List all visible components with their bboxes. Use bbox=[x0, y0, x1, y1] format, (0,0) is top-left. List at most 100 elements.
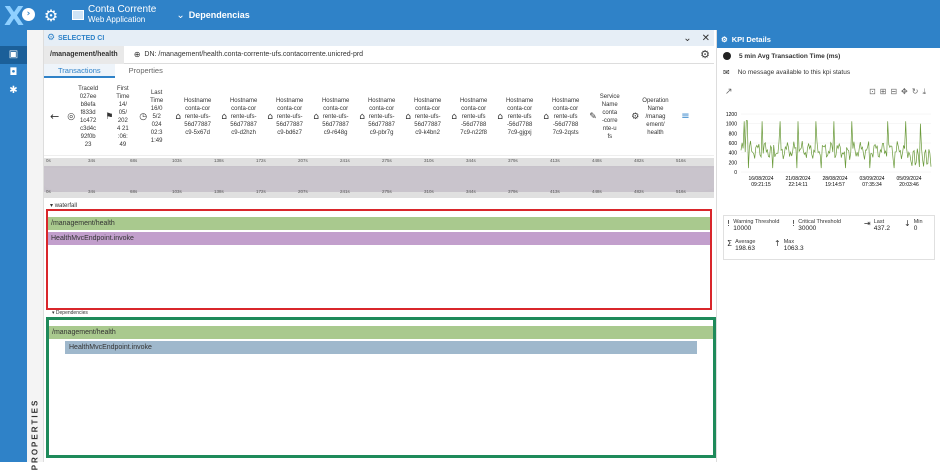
dependencies-section-toggle[interactable]: ▾ Dependencies bbox=[52, 310, 88, 316]
header-col-text: Hostname conta-cor rente-ufs- 56d77887 c… bbox=[275, 97, 304, 136]
span-healthmvc-invoke[interactable]: HealthMvcEndpoint.invoke bbox=[48, 232, 710, 245]
header-col-1: ⚑ First Time 14/ 05/ 202 4 21 :06: 49 bbox=[103, 85, 137, 149]
dep-span-management-health[interactable]: /management/health bbox=[49, 326, 713, 339]
header-col-10: ⌂ Hostname conta-cor rente-ufs -56d7788 7… bbox=[495, 97, 541, 137]
x-tick-label: 20:03:46 bbox=[899, 182, 919, 188]
warning-value: 10000 bbox=[733, 225, 752, 232]
top-bar: X › ⚙ Conta Corrente Web Application ⌄ D… bbox=[0, 0, 940, 32]
panel-settings-icon[interactable]: ⚙ bbox=[700, 48, 714, 61]
y-tick-label: 800 bbox=[729, 131, 738, 137]
header-col-4: ⌂ Hostname conta-cor rente-ufs- 56d77887 … bbox=[219, 97, 265, 137]
globe-icon: ⊕ bbox=[133, 50, 141, 59]
timeline-tick: 379s bbox=[508, 158, 518, 163]
kpi-metric-row: 5 min Avg Transaction Time (ms) bbox=[717, 48, 940, 64]
sidebar-item-monitor[interactable]: ◘ bbox=[0, 64, 27, 82]
arrow-up-icon: ↑ bbox=[774, 239, 781, 248]
span-label: HealthMvcEndpoint.invoke bbox=[51, 235, 134, 242]
reset-icon[interactable]: ↻ bbox=[912, 87, 919, 97]
zoom-icon[interactable]: ⊡ bbox=[869, 87, 876, 97]
timeline-tick: 448s bbox=[592, 189, 602, 194]
dn-info: ⊕ DN: /management/health.conta-corrente-… bbox=[134, 50, 363, 59]
header-col-9: ⌂ Hostname conta-cor rente-ufs -56d7788 7… bbox=[449, 97, 495, 137]
close-icon[interactable]: ✕ bbox=[702, 33, 710, 44]
timeline-tick: 103s bbox=[172, 158, 182, 163]
kpi-header: ⚙ KPI Details bbox=[717, 30, 940, 48]
kpi-series-line bbox=[740, 120, 932, 169]
y-tick-label: 1000 bbox=[726, 122, 737, 128]
properties-side-tab[interactable]: PROPERTIES bbox=[27, 30, 44, 470]
back-arrow-icon[interactable]: ← bbox=[44, 110, 65, 123]
span-label: /management/health bbox=[51, 220, 115, 227]
path-bar: /management/health ⊕ DN: /management/hea… bbox=[44, 45, 714, 64]
chevron-down-icon[interactable]: ⌄ bbox=[683, 33, 691, 44]
ci-selector[interactable]: Conta Corrente Web Application bbox=[72, 5, 156, 25]
tab-transactions[interactable]: Transactions bbox=[44, 64, 115, 78]
timeline-tick: 207s bbox=[298, 158, 308, 163]
y-tick-label: 0 bbox=[734, 170, 737, 176]
span-management-health[interactable]: /management/health bbox=[48, 217, 710, 230]
path-tab[interactable]: /management/health bbox=[44, 45, 124, 64]
last-value: ⇥ Last 437.2 bbox=[864, 219, 890, 232]
header-col-11: ⌂ Hostname conta-cor rente-ufs -56d7788 7… bbox=[541, 97, 587, 137]
clock-icon: ◷ bbox=[139, 111, 148, 122]
download-icon[interactable]: ⤓ bbox=[922, 87, 926, 97]
x-tick-label: 22:14:11 bbox=[788, 182, 807, 188]
timeline-tick: 516s bbox=[676, 158, 686, 163]
header-col-text: Operation Name /manag ement/ health bbox=[642, 97, 669, 136]
skip-end-icon: ⇥ bbox=[864, 219, 871, 228]
header-col-13: ⚙ Operation Name /manag ement/ health bbox=[629, 97, 675, 137]
main-panel: ⚙ SELECTED CI ⌄ ✕ /management/health ⊕ D… bbox=[44, 30, 716, 462]
dependency-spans-box: /management/health HealthMvcEndpoint.inv… bbox=[46, 317, 716, 458]
mail-icon: ✉ bbox=[723, 68, 730, 77]
timeline-tick: 34s bbox=[88, 158, 96, 163]
tab-properties[interactable]: Properties bbox=[115, 64, 177, 78]
gear-icon: ⚙ bbox=[631, 111, 640, 122]
gear-icon: ⚙ bbox=[721, 34, 728, 44]
header-col-8: ⌂ Hostname conta-cor rente-ufs- 56d77887 … bbox=[403, 97, 449, 137]
header-col-7: ⌂ Hostname conta-cor rente-ufs- 56d77887 … bbox=[357, 97, 403, 137]
gear-icon[interactable]: ⚙ bbox=[44, 33, 58, 43]
span-label: HealthMvcEndpoint.invoke bbox=[69, 344, 152, 351]
timeline-tick: 0s bbox=[46, 189, 51, 194]
chevron-right-icon: › bbox=[22, 8, 35, 21]
zoom-in-icon[interactable]: ⊞ bbox=[880, 87, 887, 97]
timeline-tick: 344s bbox=[466, 158, 476, 163]
average-value-text: 198.63 bbox=[735, 245, 755, 252]
settings-gear-icon[interactable]: ⚙ bbox=[40, 6, 62, 25]
kpi-metric-name: 5 min Avg Transaction Time (ms) bbox=[739, 52, 841, 60]
dependencies-section-label: Dependencies bbox=[55, 310, 88, 316]
sidebar-item-favorites[interactable]: ✱ bbox=[0, 82, 27, 100]
timeline-tick: 172s bbox=[256, 189, 266, 194]
kpi-chart[interactable]: 12001000800600400200016/08/202409:21:152… bbox=[717, 110, 940, 190]
exclamation-icon: ! bbox=[727, 219, 731, 228]
app-logo[interactable]: X › bbox=[0, 0, 40, 32]
timeline-tick: 482s bbox=[634, 189, 644, 194]
asterisk-icon: ✱ bbox=[9, 85, 18, 96]
sidebar-item-transactions[interactable]: ▣ bbox=[0, 46, 27, 64]
external-link-icon[interactable]: ↗ bbox=[725, 87, 733, 97]
timeline-ticks-bottom: 0s 34s 68s 103s 138s 172s 207s 241s 275s 310s 344s… bbox=[44, 189, 714, 197]
filter-icon[interactable]: ≡ bbox=[681, 111, 689, 122]
header-col-12: ✎ Service Name conta -corre nte-u fs bbox=[587, 93, 629, 141]
header-col-text: First Time 14/ 05/ 202 4 21 :06: 49 bbox=[116, 85, 130, 148]
y-tick-label: 400 bbox=[729, 151, 738, 157]
zoom-out-icon[interactable]: ⊟ bbox=[890, 87, 897, 97]
dep-span-healthmvc-invoke[interactable]: HealthMvcEndpoint.invoke bbox=[65, 341, 697, 354]
waterfall-toggle[interactable]: ▾ waterfall bbox=[50, 202, 77, 209]
header-col-3: ⌂ Hostname conta-cor rente-ufs- 56d77887 … bbox=[173, 97, 219, 137]
y-tick-label: 600 bbox=[729, 141, 738, 147]
pan-icon[interactable]: ✥ bbox=[901, 87, 908, 97]
header-col-6: ⌂ Hostname conta-cor rente-ufs- 56d77887 … bbox=[311, 97, 357, 137]
dependencies-button[interactable]: ⌄ Dependencias bbox=[176, 10, 249, 21]
status-dot-icon bbox=[723, 52, 731, 60]
home-icon: ⌂ bbox=[359, 111, 365, 122]
wrench-icon: ✎ bbox=[589, 111, 597, 122]
kpi-title: KPI Details bbox=[731, 34, 771, 44]
y-tick-label: 200 bbox=[729, 160, 738, 166]
timeline-tick: 448s bbox=[592, 158, 602, 163]
timeline-tick: 482s bbox=[634, 158, 644, 163]
x-tick-label: 19:14:57 bbox=[825, 182, 845, 188]
timeline-tick: 138s bbox=[214, 189, 224, 194]
selected-ci-bar: ⚙ SELECTED CI ⌄ ✕ bbox=[44, 30, 714, 46]
timeline-tick: 275s bbox=[382, 189, 392, 194]
